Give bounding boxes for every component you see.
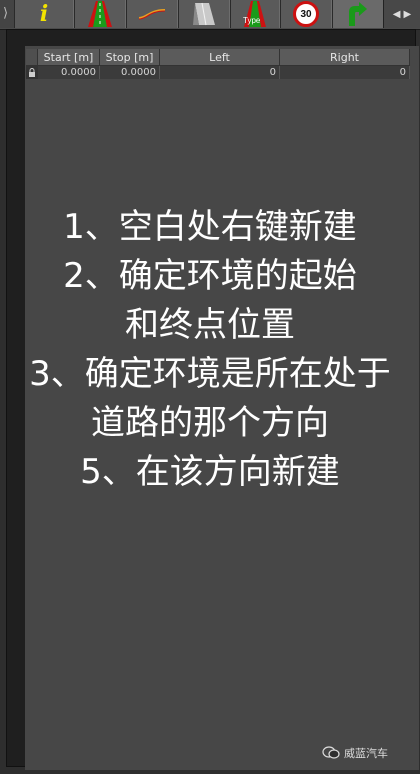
table-cell-start[interactable]: 0.0000 <box>38 66 100 79</box>
instruction-line-4: 3、确定环境是所在处于 <box>29 354 391 394</box>
instruction-line-5: 道路的那个方向 <box>91 403 329 443</box>
tab-scroll-left-button[interactable]: ⟩ <box>0 0 15 28</box>
instruction-line-1: 1、空白处右键新建 <box>63 207 357 247</box>
road-curve-icon <box>138 9 166 20</box>
column-header-right[interactable]: Right <box>280 49 410 66</box>
watermark: 威蓝汽车 <box>322 745 388 761</box>
table-cell-stop[interactable]: 0.0000 <box>100 66 160 79</box>
road-lane-icon <box>88 1 112 27</box>
info-icon: i <box>39 1 49 27</box>
instruction-line-6: 5、在该方向新建 <box>80 452 340 492</box>
road-type-icon: Type <box>240 1 270 27</box>
road-direction-icon <box>349 2 367 26</box>
tab-curvature[interactable] <box>126 0 178 28</box>
row-header-corner <box>26 49 38 66</box>
tab-surface[interactable] <box>178 0 230 28</box>
watermark-text: 威蓝汽车 <box>344 747 388 760</box>
tab-lanes[interactable] <box>74 0 126 28</box>
tab-info[interactable]: i <box>14 0 74 28</box>
lock-icon[interactable] <box>26 66 38 79</box>
chevron-left-icon[interactable]: ◀ <box>393 9 401 20</box>
instruction-line-2: 2、确定环境的起始 <box>63 256 357 296</box>
tab-type[interactable]: Type <box>230 0 280 28</box>
tab-toolbar: ⟩ i Type 30 ◀ ▶ <box>0 0 420 30</box>
tab-speed[interactable]: 30 <box>280 0 332 28</box>
chat-bubble-icon <box>322 746 340 759</box>
chevron-right-icon[interactable]: ▶ <box>404 9 412 20</box>
table-cell-left[interactable]: 0 <box>160 66 280 79</box>
column-header-left[interactable]: Left <box>160 49 280 66</box>
road-type-label: Type <box>243 16 261 25</box>
tab-scroll-arrows: ◀ ▶ <box>383 0 420 28</box>
lane-offset-table: Start [m] Stop [m] Left Right 0.0000 0.0… <box>26 49 410 83</box>
road-surface-icon <box>193 2 215 26</box>
table-cell-right[interactable]: 0 <box>280 66 410 79</box>
column-header-stop[interactable]: Stop [m] <box>100 49 160 66</box>
speed-limit-label: 30 <box>300 8 312 20</box>
speed-limit-icon: 30 <box>293 1 319 27</box>
instruction-line-3: 和终点位置 <box>125 305 295 345</box>
tab-direction[interactable] <box>332 0 384 28</box>
column-header-start[interactable]: Start [m] <box>38 49 100 66</box>
